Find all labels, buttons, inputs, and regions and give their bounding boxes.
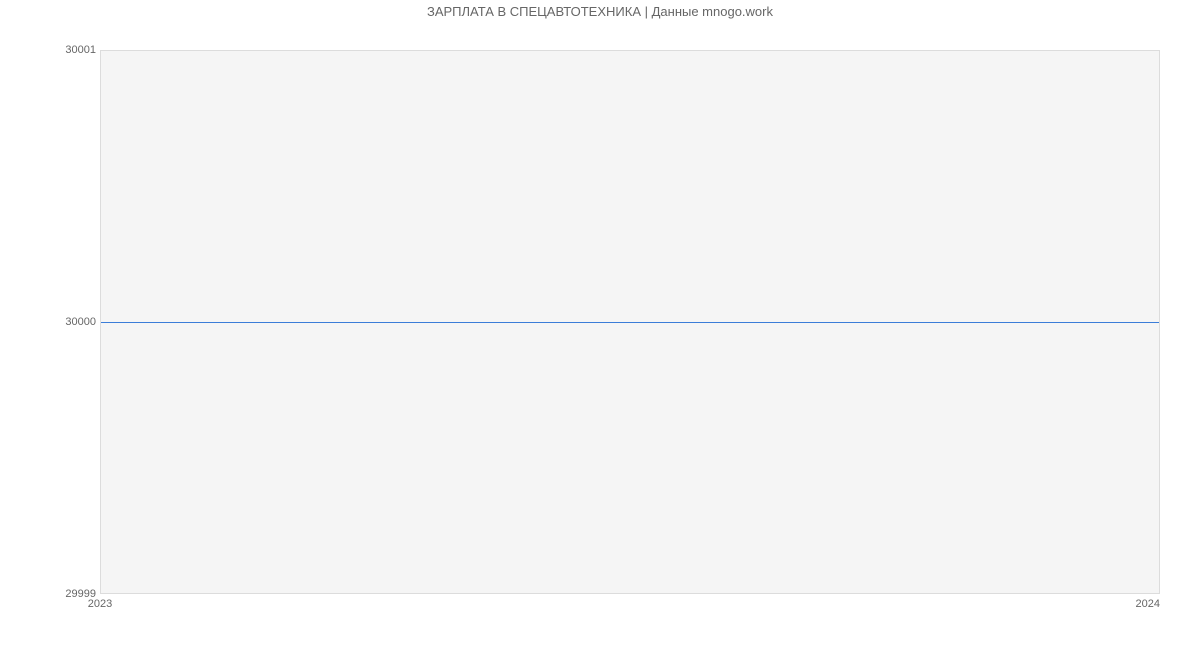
chart-title: ЗАРПЛАТА В СПЕЦАВТОТЕХНИКА | Данные mnog…	[0, 4, 1200, 19]
ytick-top: 30001	[65, 44, 96, 56]
data-line	[101, 322, 1159, 323]
chart-container: ЗАРПЛАТА В СПЕЦАВТОТЕХНИКА | Данные mnog…	[0, 0, 1200, 650]
plot-area	[100, 50, 1160, 594]
ytick-mid: 30000	[65, 316, 96, 328]
xtick-right: 2024	[1136, 598, 1160, 610]
xtick-left: 2023	[88, 598, 112, 610]
